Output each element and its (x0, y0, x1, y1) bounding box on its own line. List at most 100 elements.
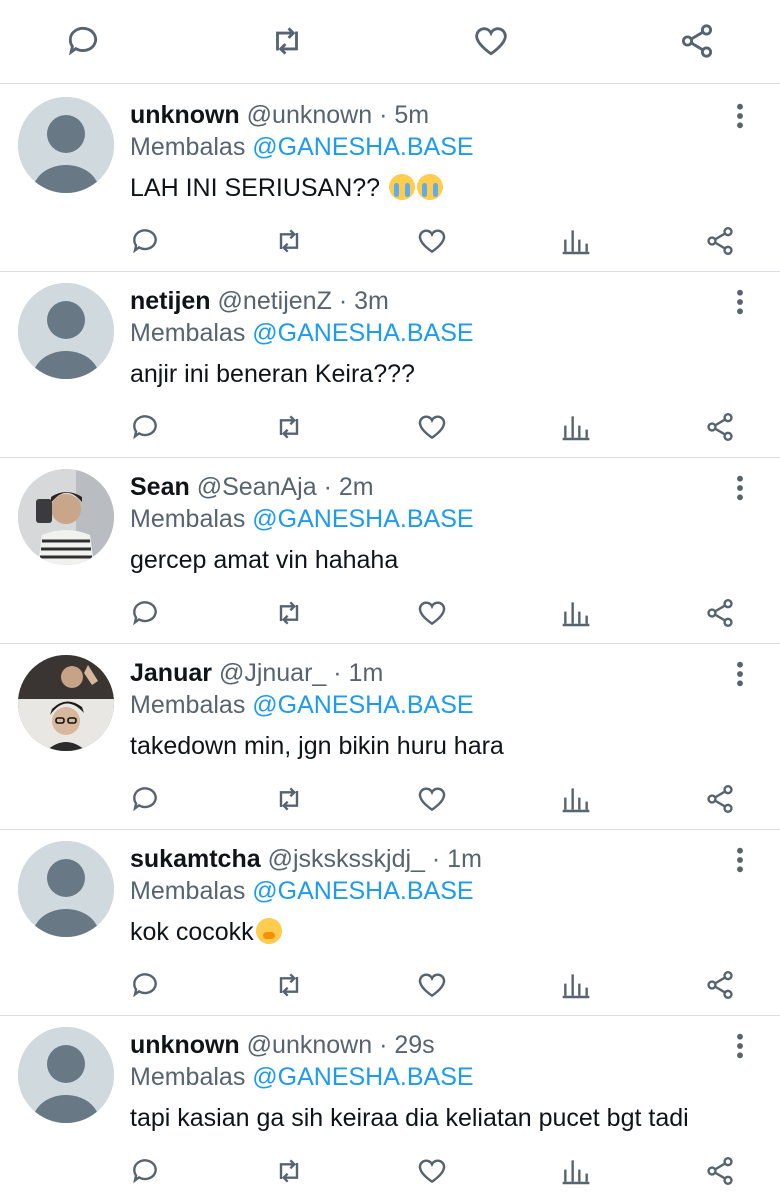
share-icon[interactable] (704, 597, 736, 629)
tweet[interactable]: unknown @unknown · 5m Membalas @GANESHA.… (0, 86, 780, 272)
analytics-icon[interactable] (560, 597, 592, 629)
tweet-header: Sean @SeanAja · 2m (130, 472, 374, 502)
share-icon[interactable] (704, 1155, 736, 1187)
more-options-icon[interactable] (728, 286, 752, 318)
crying-emoji-icon (417, 174, 444, 200)
reply-icon[interactable] (129, 225, 161, 257)
reply-context: Membalas @GANESHA.BASE (130, 690, 474, 720)
reply-icon[interactable] (64, 22, 102, 60)
reply-icon[interactable] (129, 597, 161, 629)
user-handle[interactable]: @netijenZ (218, 287, 332, 315)
display-name[interactable]: Januar (130, 659, 212, 687)
analytics-icon[interactable] (560, 411, 592, 443)
analytics-icon[interactable] (560, 783, 592, 815)
reply-mention[interactable]: @GANESHA.BASE (252, 505, 473, 533)
reply-icon[interactable] (129, 969, 161, 1001)
crying-emoji-icon (389, 174, 416, 200)
tweet[interactable]: unknown @unknown · 29s Membalas @GANESHA… (0, 1016, 780, 1202)
avatar[interactable] (18, 283, 114, 379)
analytics-icon[interactable] (560, 1155, 592, 1187)
reply-prefix: Membalas (130, 1063, 246, 1091)
more-options-icon[interactable] (728, 1030, 752, 1062)
avatar[interactable] (18, 97, 114, 193)
tweet[interactable]: Januar @Jjnuar_ · 1m Membalas @GANESHA.B… (0, 644, 780, 830)
display-name[interactable]: Sean (130, 473, 190, 501)
reply-context: Membalas @GANESHA.BASE (130, 876, 474, 906)
like-icon[interactable] (416, 225, 448, 257)
retweet-icon[interactable] (273, 225, 305, 257)
reply-icon[interactable] (129, 783, 161, 815)
timestamp: · 2m (323, 473, 374, 501)
analytics-icon[interactable] (560, 225, 592, 257)
like-icon[interactable] (416, 411, 448, 443)
share-icon[interactable] (704, 969, 736, 1001)
retweet-icon[interactable] (273, 969, 305, 1001)
share-icon[interactable] (678, 22, 716, 60)
display-name[interactable]: sukamtcha (130, 845, 261, 873)
tweet-text: gercep amat vin hahaha (130, 544, 398, 576)
timestamp: · 1m (431, 845, 482, 873)
reply-mention[interactable]: @GANESHA.BASE (252, 877, 473, 905)
analytics-icon[interactable] (560, 969, 592, 1001)
more-options-icon[interactable] (728, 844, 752, 876)
reply-mention[interactable]: @GANESHA.BASE (252, 319, 473, 347)
reply-mention[interactable]: @GANESHA.BASE (252, 133, 473, 161)
tweet-body: anjir ini beneran Keira??? (130, 360, 415, 388)
more-options-icon[interactable] (728, 100, 752, 132)
share-icon[interactable] (704, 783, 736, 815)
like-icon[interactable] (416, 597, 448, 629)
retweet-icon[interactable] (273, 597, 305, 629)
tweet-header: unknown @unknown · 29s (130, 1030, 435, 1060)
reply-icon[interactable] (129, 1155, 161, 1187)
share-icon[interactable] (704, 411, 736, 443)
share-icon[interactable] (704, 225, 736, 257)
top-action-bar (0, 0, 780, 84)
tweet-text: takedown min, jgn bikin huru hara (130, 730, 504, 762)
tweet[interactable]: sukamtcha @jsksksskjdj_ · 1m Membalas @G… (0, 830, 780, 1016)
reply-prefix: Membalas (130, 877, 246, 905)
reply-mention[interactable]: @GANESHA.BASE (252, 691, 473, 719)
user-handle[interactable]: @Jjnuar_ (219, 659, 326, 687)
tweet-body: LAH INI SERIUSAN?? (130, 174, 381, 202)
avatar[interactable] (18, 1027, 114, 1123)
tweet-text: LAH INI SERIUSAN?? (130, 172, 444, 204)
user-handle[interactable]: @jsksksskjdj_ (268, 845, 425, 873)
reply-prefix: Membalas (130, 505, 246, 533)
retweet-icon[interactable] (273, 411, 305, 443)
tweet[interactable]: Sean @SeanAja · 2m Membalas @GANESHA.BAS… (0, 458, 780, 644)
tweet-text: anjir ini beneran Keira??? (130, 358, 415, 390)
more-options-icon[interactable] (728, 658, 752, 690)
retweet-icon[interactable] (273, 1155, 305, 1187)
tweet-body: gercep amat vin hahaha (130, 546, 399, 574)
tweet-body: tapi kasian ga sih keiraa dia keliatan p… (130, 1104, 689, 1132)
timestamp: · 29s (379, 1031, 435, 1059)
user-handle[interactable]: @SeanAja (197, 473, 317, 501)
tweet-header: Januar @Jjnuar_ · 1m (130, 658, 383, 688)
display-name[interactable]: netijen (130, 287, 211, 315)
tweet-header: sukamtcha @jsksksskjdj_ · 1m (130, 844, 482, 874)
tweet-body: kok cocokk (130, 918, 254, 946)
retweet-icon[interactable] (268, 22, 306, 60)
avatar[interactable] (18, 469, 114, 565)
like-icon[interactable] (416, 969, 448, 1001)
avatar[interactable] (18, 655, 114, 751)
reply-context: Membalas @GANESHA.BASE (130, 318, 474, 348)
giggle-emoji-icon (255, 918, 282, 944)
timestamp: · 5m (379, 101, 430, 129)
reply-mention[interactable]: @GANESHA.BASE (252, 1063, 473, 1091)
avatar[interactable] (18, 841, 114, 937)
like-icon[interactable] (416, 1155, 448, 1187)
display-name[interactable]: unknown (130, 101, 240, 129)
tweet[interactable]: netijen @netijenZ · 3m Membalas @GANESHA… (0, 272, 780, 458)
like-icon[interactable] (472, 22, 510, 60)
retweet-icon[interactable] (273, 783, 305, 815)
timestamp: · 1m (333, 659, 384, 687)
reply-prefix: Membalas (130, 319, 246, 347)
reply-prefix: Membalas (130, 133, 246, 161)
like-icon[interactable] (416, 783, 448, 815)
user-handle[interactable]: @unknown (247, 1031, 372, 1059)
display-name[interactable]: unknown (130, 1031, 240, 1059)
user-handle[interactable]: @unknown (247, 101, 372, 129)
reply-icon[interactable] (129, 411, 161, 443)
more-options-icon[interactable] (728, 472, 752, 504)
